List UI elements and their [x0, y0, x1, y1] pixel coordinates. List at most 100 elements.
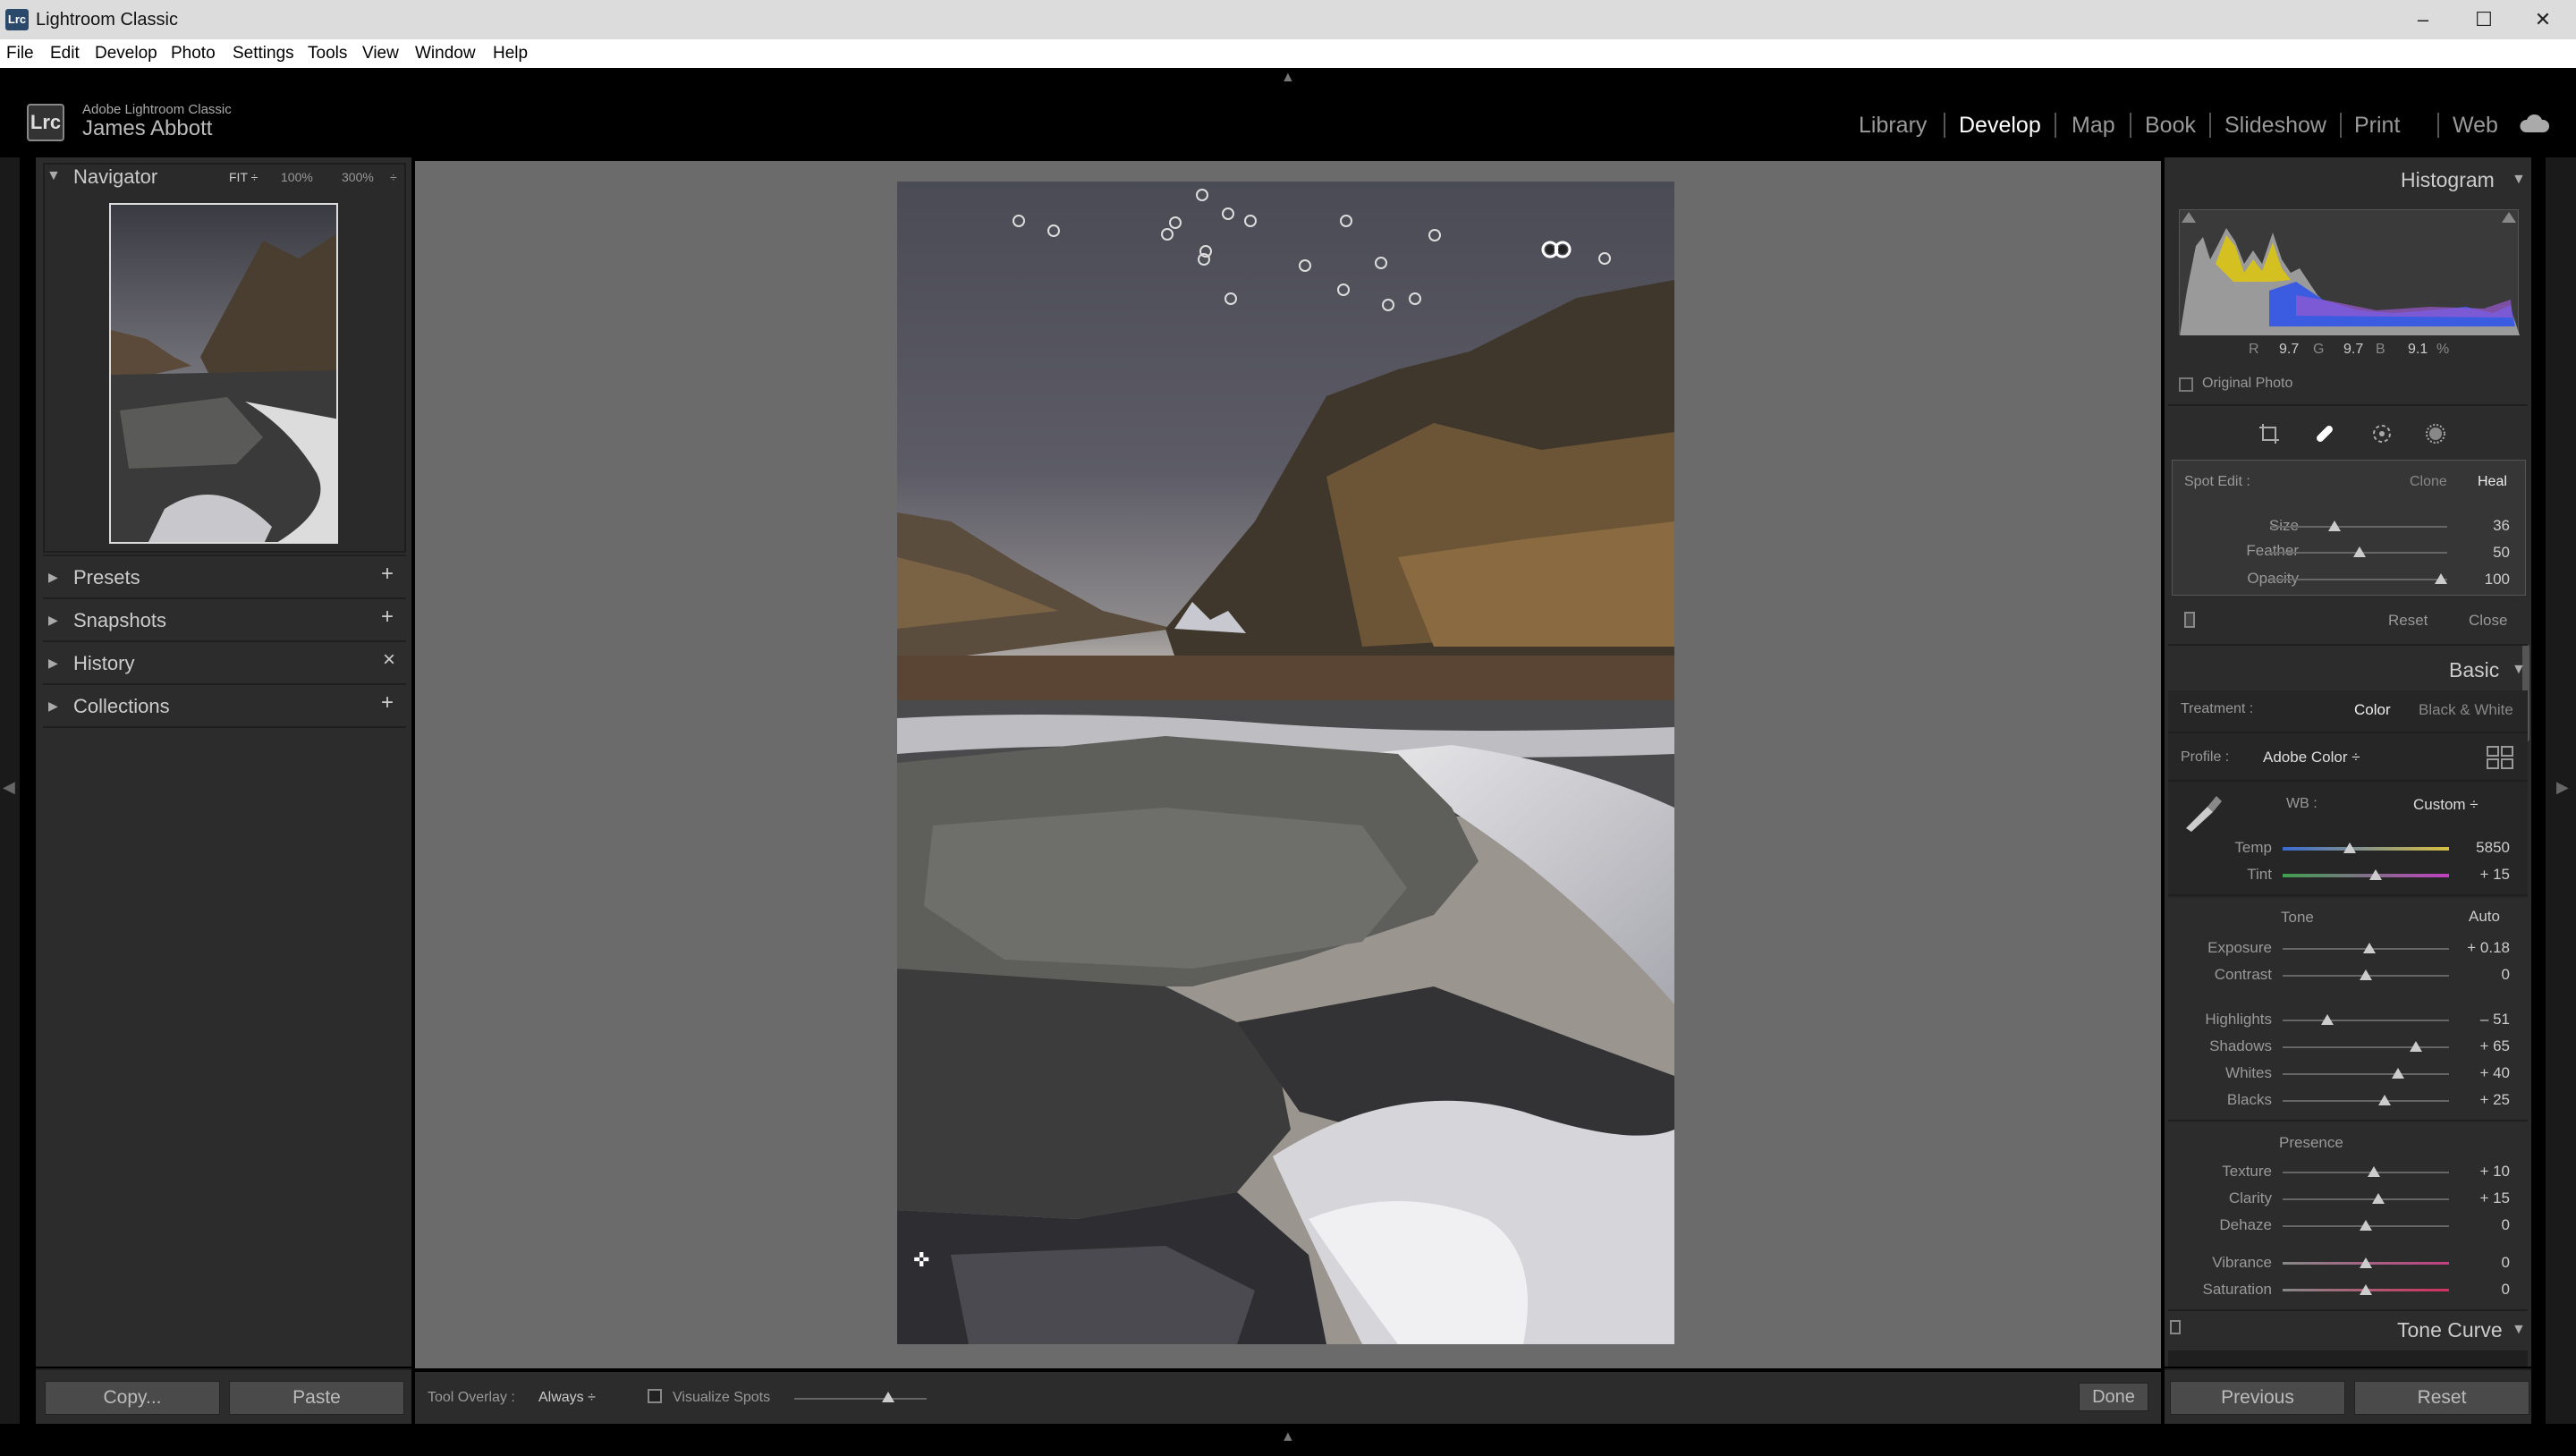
module-slideshow[interactable]: Slideshow — [2224, 113, 2326, 139]
spot-marker[interactable] — [1161, 228, 1174, 241]
saturation-slider-thumb[interactable] — [2360, 1284, 2372, 1295]
histogram-graph[interactable] — [2179, 209, 2520, 335]
opacity-slider[interactable] — [2270, 579, 2447, 580]
highlight-clipping-icon[interactable] — [2502, 212, 2516, 223]
dehaze-slider-thumb[interactable] — [2360, 1220, 2372, 1231]
module-book[interactable]: Book — [2145, 113, 2196, 139]
module-develop[interactable]: Develop — [1959, 113, 2041, 139]
menu-photo[interactable]: Photo — [171, 44, 216, 63]
collapse-triangle-icon[interactable]: ▼ — [47, 168, 61, 184]
filmstrip-toggle-icon[interactable]: ▲ — [1281, 1429, 1295, 1445]
wb-eyedropper-icon[interactable] — [2181, 789, 2224, 836]
contrast-value[interactable]: 0 — [2458, 966, 2510, 984]
auto-tone-button[interactable]: Auto — [2469, 908, 2500, 926]
spot-pin-selected-icon[interactable] — [1540, 240, 1572, 259]
top-panel-toggle-icon[interactable]: ▲ — [1281, 70, 1295, 86]
original-photo-checkbox[interactable] — [2179, 377, 2193, 392]
visualize-spots-thumb[interactable] — [882, 1392, 894, 1402]
tint-value[interactable]: + 15 — [2458, 866, 2510, 884]
spot-reset-button[interactable]: Reset — [2388, 612, 2428, 630]
module-web[interactable]: Web — [2453, 113, 2498, 139]
presets-header[interactable]: Presets — [73, 566, 140, 589]
left-panel-toggle-icon[interactable]: ◀ — [3, 778, 15, 797]
snapshots-header[interactable]: Snapshots — [73, 609, 166, 632]
module-map[interactable]: Map — [2072, 113, 2115, 139]
red-eye-tool-icon[interactable] — [2370, 422, 2394, 450]
spot-marker[interactable] — [1337, 284, 1350, 296]
menu-file[interactable]: File — [6, 44, 34, 63]
temp-slider[interactable] — [2283, 847, 2449, 851]
saturation-value[interactable]: 0 — [2458, 1281, 2510, 1299]
highlights-slider-thumb[interactable] — [2321, 1014, 2334, 1025]
clarity-slider-thumb[interactable] — [2372, 1193, 2385, 1204]
treatment-color[interactable]: Color — [2354, 701, 2391, 719]
spot-close-button[interactable]: Close — [2469, 612, 2507, 630]
spot-marker[interactable] — [1047, 224, 1060, 237]
opacity-slider-thumb[interactable] — [2435, 573, 2447, 584]
visualize-spots-checkbox[interactable] — [648, 1389, 662, 1403]
menu-help[interactable]: Help — [493, 44, 528, 63]
texture-value[interactable]: + 10 — [2458, 1163, 2510, 1181]
menu-view[interactable]: View — [362, 44, 399, 63]
add-collection-icon[interactable]: + — [381, 690, 394, 715]
spot-marker[interactable] — [1224, 292, 1237, 305]
visualize-spots-slider[interactable] — [794, 1398, 927, 1400]
wb-select[interactable]: Custom ÷ — [2413, 796, 2479, 814]
whites-value[interactable]: + 40 — [2458, 1064, 2510, 1082]
opacity-value[interactable]: 100 — [2458, 571, 2510, 588]
maximize-icon[interactable]: ☐ — [2454, 0, 2513, 39]
paste-button[interactable]: Paste — [229, 1381, 404, 1415]
done-button[interactable]: Done — [2079, 1383, 2148, 1411]
tool-toggle-switch[interactable] — [2184, 612, 2195, 628]
highlights-value[interactable]: – 51 — [2458, 1011, 2510, 1029]
menu-edit[interactable]: Edit — [50, 44, 80, 63]
spot-marker[interactable] — [1299, 259, 1311, 272]
collapse-triangle-icon[interactable]: ▼ — [2512, 1322, 2526, 1338]
shadows-value[interactable]: + 65 — [2458, 1037, 2510, 1055]
zoom-more[interactable]: ÷ — [390, 170, 397, 184]
tint-slider-thumb[interactable] — [2369, 869, 2382, 880]
add-preset-icon[interactable]: + — [381, 562, 394, 587]
size-slider[interactable] — [2270, 526, 2447, 528]
spot-marker[interactable] — [1013, 215, 1025, 227]
add-snapshot-icon[interactable]: + — [381, 605, 394, 630]
exposure-value[interactable]: + 0.18 — [2458, 939, 2510, 957]
highlights-slider[interactable] — [2283, 1020, 2449, 1021]
spot-marker[interactable] — [1382, 299, 1394, 311]
masking-tool-icon[interactable] — [2424, 422, 2447, 450]
spot-marker[interactable] — [1340, 215, 1352, 227]
collapse-triangle-icon[interactable]: ▼ — [2512, 662, 2526, 678]
spot-marker[interactable] — [1198, 253, 1210, 266]
module-print[interactable]: Print — [2354, 113, 2400, 139]
collections-header[interactable]: Collections — [73, 695, 170, 718]
zoom-100[interactable]: 100% — [281, 170, 313, 184]
spot-marker[interactable] — [1409, 292, 1421, 305]
feather-slider-thumb[interactable] — [2353, 546, 2366, 557]
texture-slider[interactable] — [2283, 1172, 2449, 1173]
vibrance-slider-thumb[interactable] — [2360, 1257, 2372, 1268]
whites-slider[interactable] — [2283, 1073, 2449, 1075]
menu-window[interactable]: Window — [415, 44, 476, 63]
clear-history-icon[interactable]: × — [383, 648, 395, 673]
menu-develop[interactable]: Develop — [95, 44, 157, 63]
menu-tools[interactable]: Tools — [308, 44, 347, 63]
expand-triangle-icon[interactable]: ▶ — [48, 698, 58, 714]
exposure-slider-thumb[interactable] — [2363, 943, 2376, 953]
cloud-sync-icon[interactable] — [2519, 111, 2551, 139]
collapse-triangle-icon[interactable]: ▼ — [2512, 172, 2526, 188]
spot-marker[interactable] — [1598, 252, 1611, 265]
previous-button[interactable]: Previous — [2170, 1381, 2345, 1415]
contrast-slider-thumb[interactable] — [2360, 969, 2372, 980]
spot-marker[interactable] — [1375, 257, 1387, 269]
crop-tool-icon[interactable] — [2258, 422, 2281, 450]
spot-marker[interactable] — [1169, 216, 1182, 229]
zoom-fit[interactable]: FIT ÷ — [229, 170, 258, 184]
blacks-value[interactable]: + 25 — [2458, 1091, 2510, 1109]
profile-browser-icon[interactable] — [2487, 746, 2513, 774]
menu-settings[interactable]: Settings — [233, 44, 294, 63]
blacks-slider[interactable] — [2283, 1100, 2449, 1102]
treatment-bw[interactable]: Black & White — [2419, 701, 2513, 719]
photo-canvas[interactable] — [897, 182, 1674, 1344]
feather-value[interactable]: 50 — [2458, 544, 2510, 562]
reset-button[interactable]: Reset — [2354, 1381, 2529, 1415]
